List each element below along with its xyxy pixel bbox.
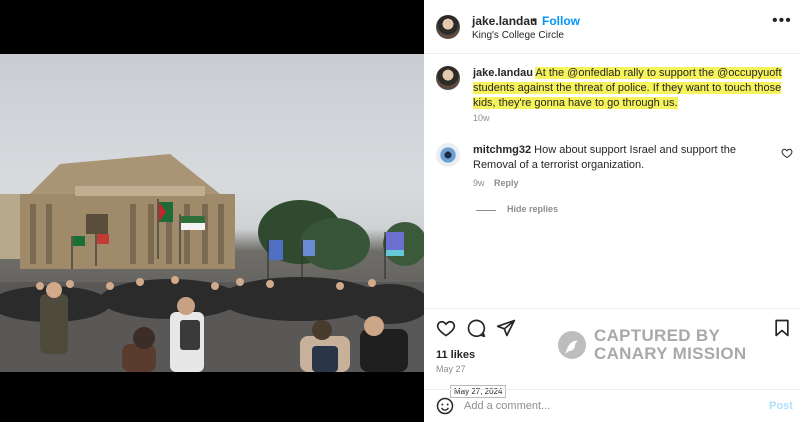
post-comment-button[interactable]: Post (769, 400, 793, 412)
commenter-avatar[interactable] (436, 143, 460, 167)
post-caption: jake.landau At the @onfedlab rally to su… (473, 66, 783, 111)
reply-button[interactable]: Reply (494, 178, 519, 188)
comment-bubble-icon[interactable] (466, 318, 486, 338)
replies-divider (476, 210, 496, 211)
share-paper-plane-icon[interactable] (496, 318, 516, 338)
post-location[interactable]: King's College Circle (472, 30, 564, 41)
comment-timestamp: 9w (473, 178, 485, 188)
hide-replies-button[interactable]: Hide replies (507, 204, 558, 214)
post-header: jake.landau • Follow King's College Circ… (424, 0, 800, 54)
emoji-smiley-icon[interactable] (436, 397, 454, 415)
caption-timestamp: 10w (473, 113, 490, 123)
post-date[interactable]: May 27 (436, 364, 466, 374)
more-options-icon[interactable]: ••• (772, 12, 792, 30)
canary-mission-watermark: CAPTURED BY CANARY MISSION (558, 327, 758, 365)
actions-divider (424, 308, 800, 309)
rally-photo (0, 54, 424, 372)
like-count[interactable]: 11 likes (436, 349, 475, 361)
save-bookmark-icon[interactable] (772, 318, 792, 338)
comment-like-heart-icon[interactable] (781, 147, 793, 159)
author-username[interactable]: jake.landau (472, 14, 537, 28)
canary-logo-icon (558, 331, 586, 359)
post-media (0, 0, 424, 422)
comment: mitchmg32 How about support Israel and s… (473, 143, 763, 173)
watermark-line2: CANARY MISSION (594, 344, 747, 363)
caption-avatar[interactable] (436, 66, 460, 90)
post-panel: jake.landau • Follow King's College Circ… (424, 0, 800, 422)
caption-username[interactable]: jake.landau (473, 67, 533, 79)
photo-illustration (0, 154, 424, 372)
separator-dot: • (532, 13, 537, 27)
add-comment-input[interactable] (464, 397, 754, 415)
author-avatar[interactable] (436, 15, 460, 39)
watermark-line1: CAPTURED BY (594, 326, 721, 345)
comment-username[interactable]: mitchmg32 (473, 144, 531, 156)
follow-button[interactable]: Follow (542, 14, 580, 28)
like-heart-icon[interactable] (436, 318, 456, 338)
